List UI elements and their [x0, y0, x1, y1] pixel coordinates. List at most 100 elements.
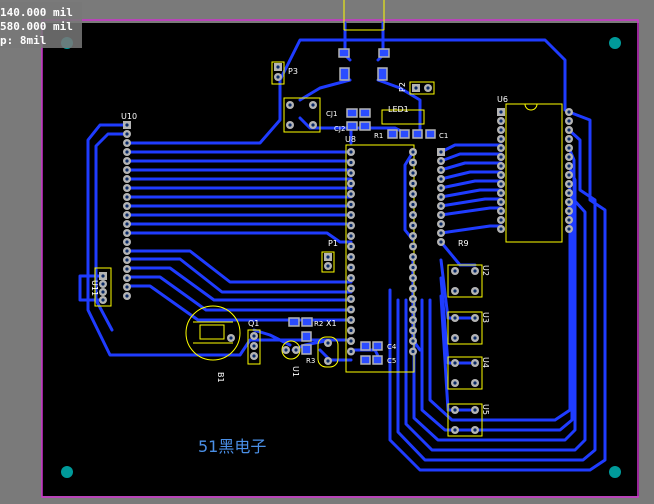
- pad-Q1-1-drill: [252, 334, 256, 338]
- pad-U10-3-drill: [125, 141, 129, 145]
- pad-U6-left-10-drill: [499, 191, 503, 195]
- pad-U8-left-11-drill: [349, 255, 353, 259]
- label-P1: P1: [328, 239, 338, 248]
- pad-R9-10-drill: [439, 231, 443, 235]
- pad-switch-2-drill: [311, 103, 315, 107]
- pad-U8-left-20-drill: [349, 349, 353, 354]
- pad-U8-right-11-drill: [411, 255, 415, 259]
- pad-P1-2-drill: [326, 264, 330, 268]
- pad-sw2-1-drill: [453, 269, 457, 273]
- pad-U8-left-1-drill: [349, 150, 353, 154]
- pad-U6-left-6-drill: [499, 155, 503, 159]
- pad-U6-left-13-drill: [499, 218, 503, 222]
- label-C5: C5: [387, 357, 396, 365]
- pad-U6-left-11-drill: [499, 200, 503, 204]
- pad-B1-1-drill: [229, 336, 233, 340]
- label-CJ2: CJ2: [334, 125, 345, 133]
- pad-sw3-2-drill: [473, 316, 477, 320]
- pad-U8-left-10-drill: [349, 244, 353, 249]
- pad-U8-right-3-drill: [411, 171, 415, 175]
- pad-U8-left-17-drill: [349, 318, 353, 322]
- pad-U8-right-9-drill: [411, 234, 415, 238]
- pad-sw5-4-drill: [473, 428, 477, 432]
- readout-y: 580.000 mil: [0, 20, 73, 33]
- pad-U6-right-14-drill: [567, 227, 571, 231]
- pad-U6-right-10-drill: [567, 191, 571, 195]
- pad-U6-left-1-drill: [499, 110, 503, 114]
- pad-U10-8-drill: [125, 186, 129, 190]
- label-U5: U5: [481, 404, 490, 415]
- pad-U10-17-drill: [125, 267, 129, 271]
- pad-U6-right-9-drill: [567, 182, 571, 186]
- pcb-layout-view[interactable]: U10 U8 U6 P1 P3 LED1 R9 Q1 X1 CJ1 CJ2 R1…: [0, 0, 654, 500]
- pad-U8-right-15-drill: [411, 297, 415, 301]
- pad-U6-right-13-drill: [567, 218, 571, 222]
- readout-x: 140.000 mil: [0, 6, 73, 19]
- pad-U10-12-drill: [125, 222, 129, 226]
- label-R2: R2: [314, 320, 323, 328]
- pad-switch-1-drill: [288, 103, 292, 107]
- pad-R9-1-drill: [439, 150, 443, 154]
- pad-U6-left-7-drill: [499, 164, 503, 168]
- mount-hole-bottom-right: [609, 466, 621, 478]
- pad-U8-right-8-drill: [411, 223, 415, 228]
- label-R3: R3: [306, 357, 315, 365]
- label-R9: R9: [458, 239, 469, 248]
- pad-sw4-1-drill: [453, 361, 457, 365]
- pad-U10-14-drill: [125, 240, 129, 244]
- pad-U10-15-drill: [125, 249, 129, 253]
- pad-U10-4-drill: [125, 150, 129, 154]
- readout-snap: p: 8mil: [0, 34, 47, 47]
- pad-sw4-2-drill: [473, 361, 477, 365]
- label-U4: U4: [481, 357, 490, 368]
- label-U2: U2: [481, 265, 490, 276]
- pad-U8-right-18-drill: [411, 328, 415, 333]
- pad-U8-left-13-drill: [349, 276, 353, 280]
- label-P3: P3: [288, 67, 298, 76]
- pad-sw2-4-drill: [473, 289, 477, 293]
- label-X1: X1: [326, 319, 337, 328]
- pad-sw5-1-drill: [453, 408, 457, 412]
- label-R1: R1: [374, 132, 383, 140]
- pad-Q1-3-drill: [252, 354, 256, 358]
- pad-sw5-2-drill: [473, 408, 477, 412]
- pad-U8-left-9-drill: [349, 234, 353, 238]
- pad-U11-2-drill: [101, 282, 105, 286]
- pad-R9-11-drill: [439, 240, 443, 244]
- pad-U6-right-2-drill: [567, 119, 571, 123]
- pad-U8-right-16-drill: [411, 307, 415, 312]
- pad-U6-left-5-drill: [499, 146, 503, 150]
- pad-U10-11-drill: [125, 213, 129, 217]
- pad-U6-left-3-drill: [499, 128, 503, 132]
- pad-U8-right-1-drill: [411, 150, 415, 154]
- pad-U8-left-7-drill: [349, 213, 353, 217]
- label-P2: P2: [398, 82, 407, 92]
- pad-U10-16-drill: [125, 258, 129, 262]
- label-C1: C1: [439, 132, 448, 140]
- pad-sw4-3-drill: [453, 381, 457, 385]
- pad-P2-2-drill: [426, 86, 430, 90]
- pad-U8-left-18-drill: [349, 328, 353, 333]
- pad-U8-left-5-drill: [349, 192, 353, 196]
- pad-U8-right-10-drill: [411, 244, 415, 249]
- pad-U6-right-11-drill: [567, 200, 571, 204]
- pad-U8-right-5-drill: [411, 192, 415, 196]
- label-CJ1: CJ1: [326, 110, 337, 118]
- pad-P1-1-drill: [326, 255, 330, 259]
- label-U11: U11: [90, 280, 99, 296]
- mount-hole-top-right: [609, 37, 621, 49]
- pad-sw4-4-drill: [473, 381, 477, 385]
- pad-U8-left-4-drill: [349, 181, 353, 186]
- pad-U8-right-13-drill: [411, 276, 415, 280]
- pad-U8-left-12-drill: [349, 265, 353, 270]
- pad-U6-right-7-drill: [567, 164, 571, 168]
- pad-U10-5-drill: [125, 159, 129, 163]
- label-Q1: Q1: [248, 319, 259, 328]
- pcb-canvas[interactable]: U10 U8 U6 P1 P3 LED1 R9 Q1 X1 CJ1 CJ2 R1…: [0, 0, 654, 500]
- pad-U8-right-14-drill: [411, 286, 415, 291]
- pad-U6-right-6-drill: [567, 155, 571, 159]
- pad-U11-1-drill: [101, 274, 105, 278]
- pad-R9-9-drill: [439, 222, 443, 226]
- pad-U10-18-drill: [125, 276, 129, 280]
- pad-U6-right-3-drill: [567, 128, 571, 132]
